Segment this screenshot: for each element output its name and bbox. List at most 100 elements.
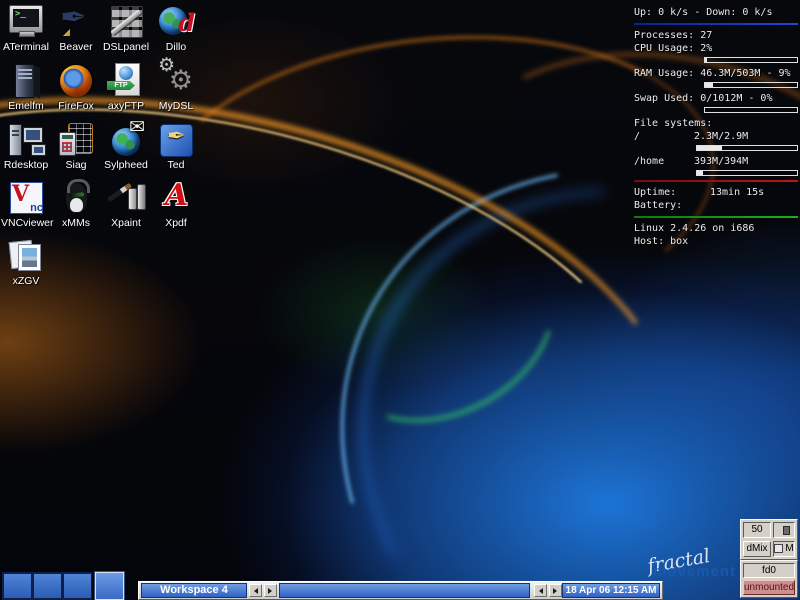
pen-icon (56, 4, 96, 40)
monitor-green-divider (634, 216, 798, 218)
computer-tower-icon (6, 63, 46, 99)
fs-root-bar (696, 145, 798, 151)
fs-root-value: 2.3M/2.9M (694, 130, 748, 143)
battery-row: Battery: (634, 199, 798, 212)
desktop-icon-ted[interactable]: Ted (151, 122, 201, 171)
icon-label: ATerminal (1, 41, 51, 53)
clock: 18 Apr 06 12:15 AM (562, 583, 660, 598)
fs-home-value: 393M/394M (694, 155, 748, 168)
icon-label: Ted (151, 159, 201, 171)
mixer-button[interactable]: dMix (743, 541, 771, 557)
hostname-text: Host: box (634, 235, 798, 248)
control-panel-icon (106, 4, 146, 40)
workspace-button[interactable]: Workspace 4 (141, 583, 247, 598)
arrow-right-icon (268, 588, 275, 594)
fs-home-label: /home (634, 155, 694, 168)
net-speed-text: Up: 0 k/s - Down: 0 k/s (634, 6, 798, 19)
remote-desktop-icon (6, 122, 46, 158)
icon-label: Siag (51, 159, 101, 171)
mount-device-button[interactable]: fd0 (743, 563, 795, 578)
pdf-a-letter: A (165, 178, 188, 213)
icon-label: xMMs (51, 217, 101, 229)
paintbrush-icon (106, 180, 146, 216)
mount-applet: fd0 unmounted (740, 560, 798, 598)
taskbar: Workspace 4 18 Apr 06 12:15 AM (138, 581, 663, 600)
checkbox-icon (774, 544, 783, 553)
ram-usage-text: RAM Usage: 46.3M/503M - 9% (634, 67, 798, 80)
tasklist-next-button[interactable] (549, 584, 562, 597)
fs-root-row: / 2.3M/2.9M (634, 130, 798, 143)
pdf-icon: A (156, 180, 196, 216)
desktop-icon-aterminal[interactable]: >_ ATerminal (1, 4, 51, 53)
image-viewer-icon (6, 238, 46, 274)
pager-workspace-1[interactable] (2, 572, 32, 600)
document-pen-icon (156, 122, 196, 158)
mute-label: M (785, 542, 793, 556)
desktop-icon-xzgv[interactable]: xZGV (1, 238, 51, 287)
desktop-icon-beaver[interactable]: Beaver (51, 4, 101, 53)
icon-label: axyFTP (101, 100, 151, 112)
penguin-headphones-icon (56, 180, 96, 216)
wallpaper-green-streak (297, 193, 588, 460)
uptime-row: Uptime: 13min 15s (634, 186, 798, 199)
desktop-icon-dillo[interactable]: d Dillo (151, 4, 201, 53)
pager-workspace-2[interactable] (32, 572, 62, 600)
workspace-prev-button[interactable] (249, 584, 262, 597)
cpu-usage-text: CPU Usage: 2% (634, 42, 798, 55)
system-monitor: Up: 0 k/s - Down: 0 k/s Processes: 27 CP… (634, 6, 798, 248)
dillo-d-letter: d (178, 8, 195, 37)
desktop-icon-sylpheed[interactable]: Sylpheed (101, 122, 151, 171)
fs-root-label: / (634, 130, 694, 143)
terminal-icon: >_ (6, 4, 46, 40)
desktop-icon-firefox[interactable]: FireFox (51, 63, 101, 112)
swap-usage-text: Swap Used: 0/1012M - 0% (634, 92, 798, 105)
ram-usage-bar (704, 82, 798, 88)
monitor-red-divider (634, 180, 798, 182)
globe-browser-icon: d (156, 4, 196, 40)
desktop-icon-emelfm[interactable]: Emelfm (1, 63, 51, 112)
desktop-icon-dslpanel[interactable]: DSLpanel (101, 4, 151, 53)
swap-usage-bar (704, 107, 798, 113)
desktop-icon-mydsl[interactable]: MyDSL (151, 63, 201, 112)
icon-label: Sylpheed (101, 159, 151, 171)
filesystems-title: File systems: (634, 117, 798, 130)
workspace-next-button[interactable] (264, 584, 277, 597)
vnc-nc-letters: nc (30, 202, 43, 214)
ftp-document-icon: FTP (106, 63, 146, 99)
arrow-left-icon (251, 588, 258, 594)
uptime-label: Uptime: (634, 186, 710, 199)
desktop-icon-xmms[interactable]: xMMs (51, 180, 101, 229)
desktop-icon-axyftp[interactable]: FTP axyFTP (101, 63, 151, 112)
processes-text: Processes: 27 (634, 29, 798, 42)
desktop-icon-siag[interactable]: Siag (51, 122, 101, 171)
ftp-banner: FTP (107, 81, 135, 90)
fs-home-bar (696, 170, 798, 176)
mixer-applet: 50 dMix M (740, 519, 798, 560)
mute-checkbox[interactable]: M (773, 541, 795, 557)
icon-label: DSLpanel (101, 41, 151, 53)
wallpaper-orange-streak-core (0, 29, 703, 600)
vnc-icon: Vnc (6, 180, 46, 216)
icon-label: xZGV (1, 275, 51, 287)
icon-label: Xpaint (101, 217, 151, 229)
spreadsheet-calculator-icon (56, 122, 96, 158)
battery-label: Battery: (634, 199, 710, 212)
icon-label: Beaver (51, 41, 101, 53)
task-list[interactable] (279, 583, 530, 598)
globe-mail-icon (106, 122, 146, 158)
desktop-icon-xpdf[interactable]: A Xpdf (151, 180, 201, 229)
pager-workspace-4[interactable] (95, 572, 124, 600)
volume-slider[interactable] (773, 522, 795, 538)
os-version-text: Linux 2.4.26 on i686 (634, 222, 798, 235)
tasklist-prev-button[interactable] (534, 584, 547, 597)
vnc-v-letter: V (12, 181, 29, 207)
icon-label: Dillo (151, 41, 201, 53)
pager-workspace-3[interactable] (62, 572, 92, 600)
workspace-pager (2, 572, 124, 600)
desktop-icon-xpaint[interactable]: Xpaint (101, 180, 151, 229)
desktop-icon-rdesktop[interactable]: Rdesktop (1, 122, 51, 171)
cpu-usage-bar (704, 57, 798, 63)
mount-status-button[interactable]: unmounted (743, 580, 795, 595)
desktop-icon-vncviewer[interactable]: Vnc VNCviewer (1, 180, 51, 229)
volume-value[interactable]: 50 (743, 522, 771, 538)
